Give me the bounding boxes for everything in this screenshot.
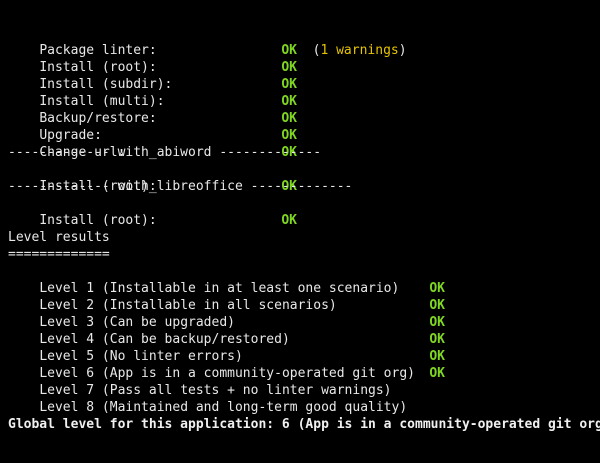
terminal-window[interactable]: Package linter: OK (1 warnings) Install (… xyxy=(0,0,600,463)
level-row-6: Level 6 (App is in a community-operated … xyxy=(8,348,445,381)
level-row-8: Level 8 (Maintained and long-term good q… xyxy=(8,382,429,415)
test-row-backup-restore: Backup/restore: OK xyxy=(8,93,297,126)
section-header-libreoffice: ------------- with_libreoffice ---------… xyxy=(8,179,353,194)
test-row-install-subdir: Install (subdir): OK xyxy=(8,59,297,92)
level-label: Level 8 (Maintained and long-term good q… xyxy=(39,400,408,415)
test-status: OK xyxy=(281,213,297,228)
warning-count: 1 warnings xyxy=(320,43,399,58)
global-level-summary: Global level for this application: 6 (Ap… xyxy=(8,417,600,432)
level-row-2: Level 2 (Installable in all scenarios) OK xyxy=(8,280,445,313)
level-row-1: Level 1 (Installable in at least one sce… xyxy=(8,263,445,296)
test-row-upgrade: Upgrade: OK xyxy=(8,110,297,143)
test-row-change-url: Change url: OK xyxy=(8,127,297,160)
test-label: Install (root): xyxy=(39,213,157,228)
test-row-abiword-install-root: Install (root): OK xyxy=(8,161,297,194)
level-status: OK xyxy=(429,366,445,381)
level-row-4: Level 4 (Can be backup/restored) OK xyxy=(8,314,445,347)
level-row-5: Level 5 (No linter errors) OK xyxy=(8,331,445,364)
level-results-title: Level results xyxy=(8,230,110,245)
section-header-abiword: ------------- with_abiword ------------- xyxy=(8,145,322,160)
level-row-7: Level 7 (Pass all tests + no linter warn… xyxy=(8,365,429,398)
test-row-package-linter: Package linter: OK (1 warnings) xyxy=(8,25,406,58)
level-results-underline: ============= xyxy=(8,247,110,262)
test-row-install-multi: Install (multi): OK xyxy=(8,76,297,109)
warning-paren-close: ) xyxy=(398,43,407,58)
warning-paren-open: ( xyxy=(296,43,321,58)
test-row-install-root: Install (root): OK xyxy=(8,42,297,75)
level-row-3: Level 3 (Can be upgraded) OK xyxy=(8,297,445,330)
test-row-libreoffice-install-root: Install (root): OK xyxy=(8,195,297,228)
